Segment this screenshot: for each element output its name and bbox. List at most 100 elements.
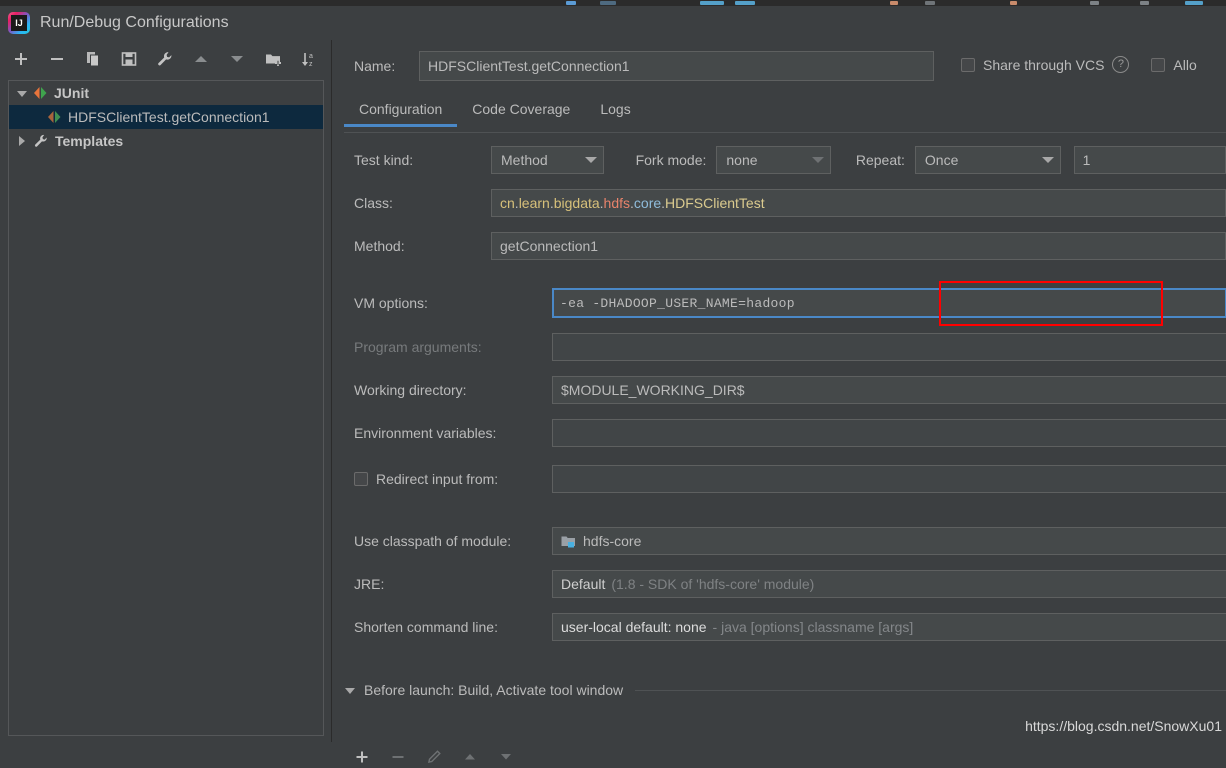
jre-label: JRE: <box>354 576 385 592</box>
fork-mode-label: Fork mode: <box>635 152 707 168</box>
repeat-dropdown[interactable]: Once <box>914 146 1061 174</box>
before-launch-toolbar <box>351 746 517 768</box>
class-value: cn.learn.bigdata.hdfs.core.HDFSClientTes… <box>500 195 765 211</box>
classpath-value: hdfs-core <box>583 533 642 549</box>
add-task-button[interactable] <box>351 746 373 768</box>
intellij-idea-logo-icon <box>8 12 30 34</box>
svg-text:z: z <box>309 61 313 68</box>
junit-icon <box>33 86 48 100</box>
repeat-count-input[interactable]: 1 <box>1073 146 1226 174</box>
program-arguments-label: Program arguments: <box>354 339 482 355</box>
method-input[interactable]: getConnection1 <box>491 232 1226 260</box>
sidebar-toolbar: a z <box>0 40 331 78</box>
vm-options-highlighted-text: -DHADOOP_USER_NAME=hadoop <box>592 295 795 311</box>
test-kind-label: Test kind: <box>354 152 414 168</box>
configuration-editor-panel: Name: Share through VCS ? Allo Configura… <box>333 40 1226 764</box>
watermark: https://blog.csdn.net/SnowXu01 <box>1025 718 1222 734</box>
tab-configuration[interactable]: Configuration <box>344 95 458 127</box>
configurations-tree[interactable]: JUnit HDFSClientTest.getConnection1 Temp… <box>8 80 324 736</box>
help-icon[interactable]: ? <box>1112 56 1130 73</box>
class-input[interactable]: cn.learn.bigdata.hdfs.core.HDFSClientTes… <box>491 189 1226 217</box>
edit-task-pencil-icon[interactable] <box>423 746 445 768</box>
redirect-input-checkbox[interactable] <box>354 472 368 486</box>
allow-parallel-run-checkbox[interactable] <box>1151 57 1166 72</box>
add-configuration-button[interactable] <box>8 46 34 72</box>
vm-options-label: VM options: <box>354 295 428 311</box>
separator-line <box>635 689 1226 691</box>
remove-task-button[interactable] <box>387 746 409 768</box>
tab-logs[interactable]: Logs <box>585 95 645 127</box>
chevron-down-icon[interactable] <box>811 157 824 163</box>
remove-configuration-button[interactable] <box>44 46 70 72</box>
jre-row: JRE: Default (1.8 - SDK of 'hdfs-core' m… <box>354 570 1226 598</box>
vm-options-row: VM options: -ea -DHADOOP_USER_NAME=hadoo… <box>354 287 1226 319</box>
move-up-button[interactable] <box>188 46 214 72</box>
tree-node-hdfsclienttest-getconnection1[interactable]: HDFSClientTest.getConnection1 <box>9 105 323 129</box>
test-kind-dropdown[interactable]: Method <box>491 146 604 174</box>
tree-node-label: HDFSClientTest.getConnection1 <box>68 109 270 125</box>
tab-code-coverage[interactable]: Code Coverage <box>457 95 585 127</box>
program-arguments-input[interactable] <box>552 333 1226 361</box>
redirect-input-field[interactable] <box>552 465 1226 493</box>
shorten-command-line-dropdown[interactable]: user-local default: none - java [options… <box>552 613 1226 641</box>
new-folder-button[interactable] <box>260 46 286 72</box>
method-label: Method: <box>354 238 405 254</box>
repeat-label: Repeat: <box>855 152 905 168</box>
run-debug-configurations-dialog: Run/Debug Configurations <box>0 0 1226 764</box>
environment-variables-input[interactable] <box>552 419 1226 447</box>
allow-parallel-run-label: Allo <box>1173 56 1197 73</box>
environment-variables-label: Environment variables: <box>354 425 497 441</box>
tree-node-label: Templates <box>55 133 124 149</box>
test-kind-value: Method <box>501 152 548 168</box>
move-task-down-button[interactable] <box>495 746 517 768</box>
class-label: Class: <box>354 195 393 211</box>
redirect-input-label: Redirect input from: <box>376 471 499 487</box>
vm-options-input[interactable]: -ea -DHADOOP_USER_NAME=hadoop <box>552 288 1226 318</box>
share-through-vcs-label: Share through VCS <box>983 56 1105 73</box>
svg-text:a: a <box>309 53 313 60</box>
fork-mode-value: none <box>726 152 758 168</box>
test-kind-row: Test kind: Method Fork mode: none Repeat… <box>354 146 1226 174</box>
tree-node-templates[interactable]: Templates <box>9 129 323 153</box>
sort-alphabetically-button[interactable]: a z <box>296 46 322 72</box>
classpath-row: Use classpath of module: hdfs-core <box>354 527 1226 555</box>
tree-node-junit[interactable]: JUnit <box>9 81 323 105</box>
working-directory-row: Working directory: $MODULE_WORKING_DIR$ <box>354 376 1226 404</box>
save-configuration-button[interactable] <box>116 46 142 72</box>
share-through-vcs-checkbox[interactable] <box>961 57 975 72</box>
environment-variables-row: Environment variables: <box>354 419 1226 447</box>
copy-configuration-button[interactable] <box>80 46 106 72</box>
vm-options-prefix: -ea <box>560 295 585 311</box>
class-row: Class: cn.learn.bigdata.hdfs.core.HDFSCl… <box>354 189 1226 217</box>
move-task-up-button[interactable] <box>459 746 481 768</box>
dialog-title: Run/Debug Configurations <box>40 14 229 31</box>
working-directory-input[interactable]: $MODULE_WORKING_DIR$ <box>552 376 1226 404</box>
chevron-down-icon[interactable] <box>1041 157 1054 163</box>
name-input[interactable] <box>419 51 934 81</box>
before-launch-header[interactable]: Before launch: Build, Activate tool wind… <box>344 682 1226 698</box>
classpath-label: Use classpath of module: <box>354 533 512 549</box>
dialog-titlebar: Run/Debug Configurations <box>0 6 1226 40</box>
working-directory-label: Working directory: <box>354 382 467 398</box>
configurations-sidebar: a z JUnit HDFSClientTest.getConnection1 … <box>0 40 332 742</box>
fork-mode-dropdown[interactable]: none <box>716 146 831 174</box>
chevron-down-icon[interactable] <box>15 86 29 100</box>
classpath-dropdown[interactable]: hdfs-core <box>552 527 1226 555</box>
edit-templates-wrench-icon[interactable] <box>152 46 178 72</box>
jre-detail: (1.8 - SDK of 'hdfs-core' module) <box>611 576 815 592</box>
jre-dropdown[interactable]: Default (1.8 - SDK of 'hdfs-core' module… <box>552 570 1226 598</box>
tree-node-label: JUnit <box>54 85 89 101</box>
name-row: Name: <box>354 51 954 81</box>
repeat-value: Once <box>924 152 959 168</box>
redirect-input-row: Redirect input from: <box>354 465 1226 493</box>
wrench-icon <box>33 133 49 149</box>
chevron-right-icon[interactable] <box>15 134 29 148</box>
move-down-button[interactable] <box>224 46 250 72</box>
method-row: Method: getConnection1 <box>354 232 1226 260</box>
chevron-down-icon[interactable] <box>584 157 597 163</box>
jre-value: Default <box>561 576 606 592</box>
program-arguments-row: Program arguments: <box>354 333 1226 361</box>
editor-tabs: Configuration Code Coverage Logs <box>344 95 1226 133</box>
chevron-down-icon[interactable] <box>344 683 358 697</box>
top-right-options: Share through VCS ? Allo <box>961 56 1197 73</box>
